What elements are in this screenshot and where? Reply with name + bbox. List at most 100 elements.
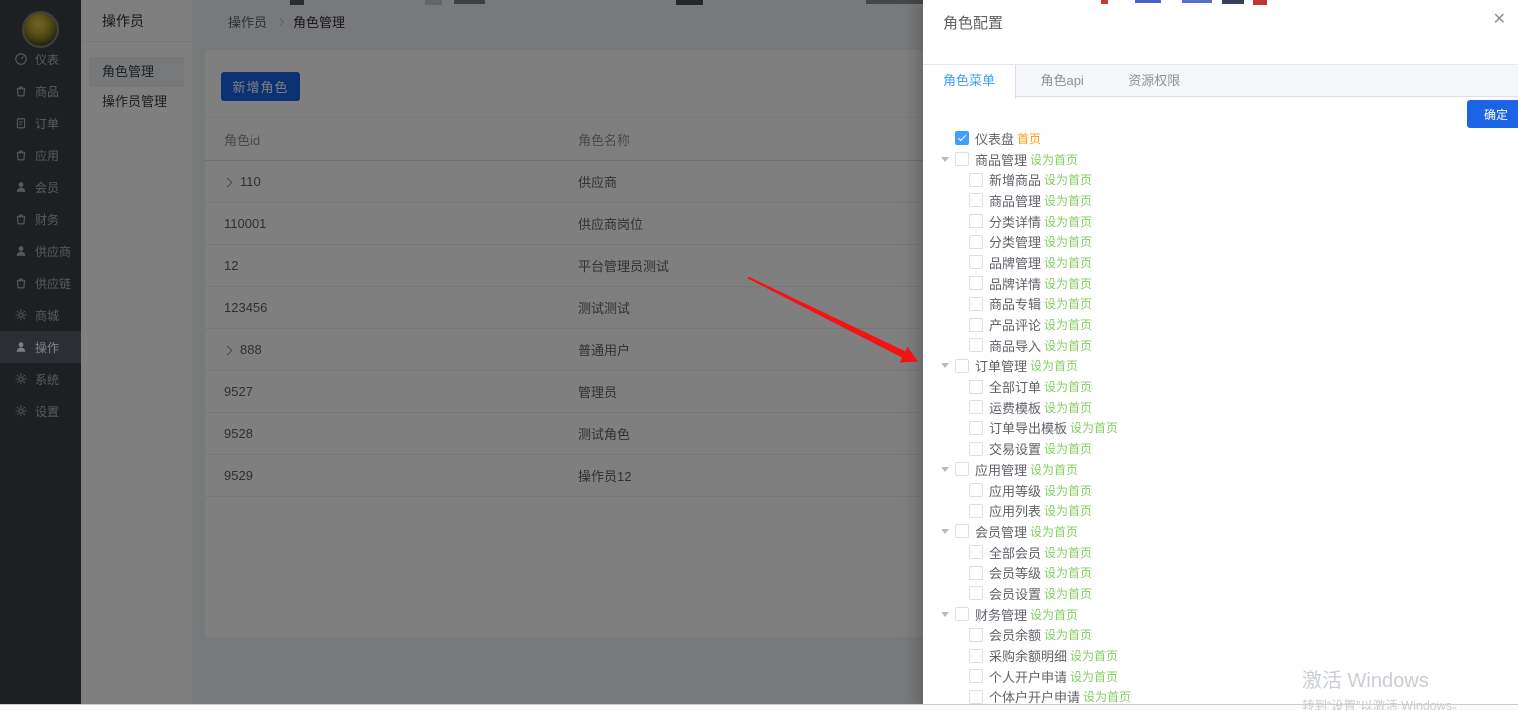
- checkbox[interactable]: [969, 297, 983, 311]
- set-home-link[interactable]: 设为首页: [1083, 688, 1131, 705]
- checkbox[interactable]: [969, 545, 983, 559]
- tree-node: 商品专辑设为首页: [923, 294, 1518, 315]
- checkbox[interactable]: [955, 131, 969, 145]
- checkbox[interactable]: [969, 400, 983, 414]
- checkbox[interactable]: [969, 504, 983, 518]
- window-bottom-edge: [0, 704, 1518, 710]
- tree-node-label: 品牌详情: [989, 274, 1041, 293]
- tree-node: 新增商品设为首页: [923, 169, 1518, 190]
- tree-node: 采购余额明细设为首页: [923, 645, 1518, 666]
- tree-node-label: 应用等级: [989, 481, 1041, 500]
- set-home-link[interactable]: 设为首页: [1070, 647, 1118, 664]
- tree-node: 订单管理设为首页: [923, 356, 1518, 377]
- checkbox[interactable]: [969, 586, 983, 600]
- tree-node: 全部会员设为首页: [923, 542, 1518, 563]
- set-home-link[interactable]: 设为首页: [1044, 275, 1092, 292]
- checkbox[interactable]: [969, 235, 983, 249]
- checkbox[interactable]: [969, 442, 983, 456]
- top-fragment: [1222, 0, 1244, 4]
- drawer-tabs: 角色菜单 角色api 资源权限: [923, 64, 1518, 97]
- set-home-link[interactable]: 设为首页: [1044, 192, 1092, 209]
- set-home-link[interactable]: 设为首页: [1044, 213, 1092, 230]
- tree-node-label: 会员余额: [989, 625, 1041, 644]
- tree-node-label: 交易设置: [989, 439, 1041, 458]
- set-home-link[interactable]: 设为首页: [1044, 254, 1092, 271]
- tree-node: 应用等级设为首页: [923, 480, 1518, 501]
- checkbox[interactable]: [955, 359, 969, 373]
- checkbox[interactable]: [969, 628, 983, 642]
- set-home-link[interactable]: 设为首页: [1070, 668, 1118, 685]
- caret-down-icon[interactable]: [941, 529, 949, 534]
- checkbox[interactable]: [969, 421, 983, 435]
- set-home-link[interactable]: 设为首页: [1030, 523, 1078, 540]
- set-home-link[interactable]: 设为首页: [1044, 585, 1092, 602]
- checkbox[interactable]: [969, 566, 983, 580]
- tree-node: 分类管理设为首页: [923, 231, 1518, 252]
- set-home-link[interactable]: 设为首页: [1044, 564, 1092, 581]
- checkbox[interactable]: [969, 276, 983, 290]
- checkbox[interactable]: [969, 338, 983, 352]
- set-home-link[interactable]: 设为首页: [1044, 337, 1092, 354]
- tree-node: 个人开户申请设为首页: [923, 666, 1518, 687]
- tree-node: 品牌管理设为首页: [923, 252, 1518, 273]
- tree-node-label: 应用列表: [989, 501, 1041, 520]
- checkbox[interactable]: [955, 462, 969, 476]
- set-home-link[interactable]: 设为首页: [1030, 357, 1078, 374]
- caret-down-icon[interactable]: [941, 467, 949, 472]
- checkbox[interactable]: [969, 649, 983, 663]
- confirm-button[interactable]: 确定: [1467, 100, 1518, 128]
- set-home-link[interactable]: 设为首页: [1044, 626, 1092, 643]
- close-icon[interactable]: ✕: [1493, 12, 1506, 28]
- checkbox[interactable]: [969, 318, 983, 332]
- tree-node: 品牌详情设为首页: [923, 273, 1518, 294]
- checkbox[interactable]: [969, 483, 983, 497]
- set-home-link[interactable]: 设为首页: [1030, 606, 1078, 623]
- set-home-link[interactable]: 设为首页: [1030, 461, 1078, 478]
- checkbox[interactable]: [955, 524, 969, 538]
- set-home-link[interactable]: 设为首页: [1044, 171, 1092, 188]
- checkbox[interactable]: [969, 193, 983, 207]
- checkbox[interactable]: [969, 690, 983, 704]
- tree-node: 财务管理设为首页: [923, 604, 1518, 625]
- tree-node: 商品导入设为首页: [923, 335, 1518, 356]
- checkbox[interactable]: [969, 380, 983, 394]
- tree-node: 仪表盘首页: [923, 128, 1518, 149]
- tree-node-label: 商品管理: [975, 150, 1027, 169]
- caret-down-icon[interactable]: [941, 612, 949, 617]
- tree-node-label: 商品专辑: [989, 294, 1041, 313]
- checkbox[interactable]: [969, 173, 983, 187]
- set-home-link[interactable]: 设为首页: [1044, 399, 1092, 416]
- home-badge[interactable]: 首页: [1017, 130, 1041, 147]
- tab-role-api[interactable]: 角色api: [1020, 65, 1103, 98]
- tree-node-label: 个人开户申请: [989, 667, 1067, 686]
- caret-down-icon[interactable]: [941, 363, 949, 368]
- menu-tree: 仪表盘首页商品管理设为首页新增商品设为首页商品管理设为首页分类详情设为首页分类管…: [923, 128, 1518, 710]
- checkbox[interactable]: [955, 607, 969, 621]
- set-home-link[interactable]: 设为首页: [1044, 233, 1092, 250]
- set-home-link[interactable]: 设为首页: [1070, 419, 1118, 436]
- checkbox[interactable]: [969, 669, 983, 683]
- checkbox[interactable]: [969, 214, 983, 228]
- set-home-link[interactable]: 设为首页: [1044, 482, 1092, 499]
- set-home-link[interactable]: 设为首页: [1044, 502, 1092, 519]
- set-home-link[interactable]: 设为首页: [1044, 378, 1092, 395]
- set-home-link[interactable]: 设为首页: [1030, 151, 1078, 168]
- tree-node-label: 会员设置: [989, 584, 1041, 603]
- tree-node-label: 运费模板: [989, 398, 1041, 417]
- tab-resource-permission[interactable]: 资源权限: [1108, 65, 1200, 98]
- set-home-link[interactable]: 设为首页: [1044, 544, 1092, 561]
- tree-node-label: 采购余额明细: [989, 646, 1067, 665]
- tree-node-label: 商品管理: [989, 191, 1041, 210]
- checkbox[interactable]: [969, 255, 983, 269]
- caret-down-icon[interactable]: [941, 157, 949, 162]
- tree-node: 分类详情设为首页: [923, 211, 1518, 232]
- tree-node: 商品管理设为首页: [923, 190, 1518, 211]
- checkbox[interactable]: [955, 152, 969, 166]
- set-home-link[interactable]: 设为首页: [1044, 316, 1092, 333]
- tree-node: 会员管理设为首页: [923, 521, 1518, 542]
- top-fragment: [1182, 0, 1212, 3]
- drawer-title: 角色配置: [943, 12, 1003, 33]
- set-home-link[interactable]: 设为首页: [1044, 440, 1092, 457]
- set-home-link[interactable]: 设为首页: [1044, 295, 1092, 312]
- tab-role-menu[interactable]: 角色菜单: [923, 65, 1016, 99]
